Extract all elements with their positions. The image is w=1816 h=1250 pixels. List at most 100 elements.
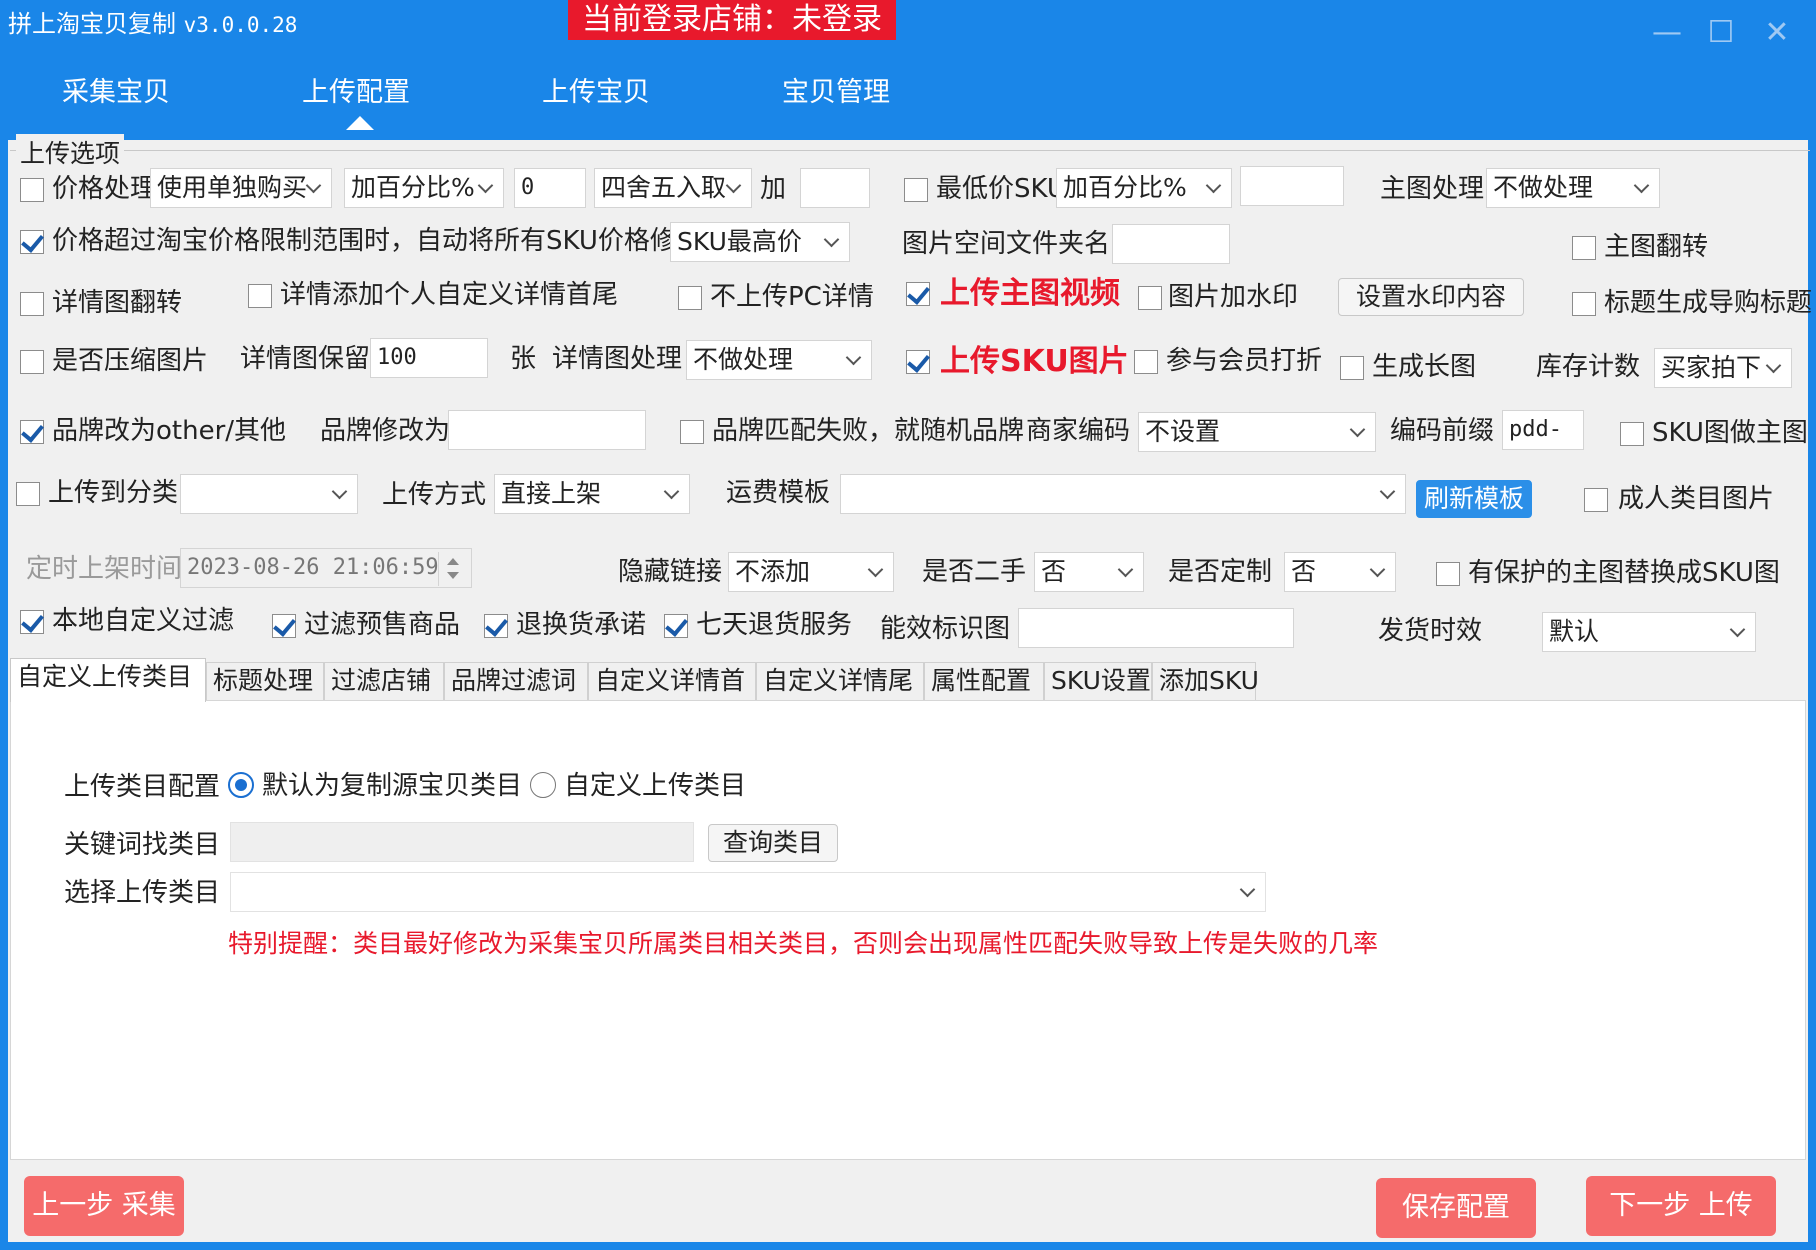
price-process-checkbox[interactable] [20, 178, 44, 202]
merchant-code-select[interactable]: 不设置 [1138, 412, 1376, 452]
stock-count-select[interactable]: 买家拍下 [1654, 348, 1792, 388]
hidden-link-select[interactable]: 不添加 [728, 552, 894, 592]
nav-tab-collect[interactable]: 采集宝贝 [62, 70, 170, 109]
price-method-select[interactable]: 加百分比% [344, 168, 504, 208]
tab-brand-filter-words[interactable]: 品牌过滤词 [444, 662, 588, 700]
rounding-select[interactable]: 四舍五入取 [594, 168, 752, 208]
min-price-value-input[interactable] [1240, 166, 1344, 206]
merchant-code-label: 商家编码 [1026, 416, 1131, 446]
tab-sku-settings[interactable]: SKU设置 [1044, 662, 1152, 700]
filter-presale-checkbox[interactable] [272, 614, 296, 638]
upload-to-category-checkbox[interactable] [16, 482, 40, 506]
save-config-button[interactable]: 保存配置 [1376, 1178, 1536, 1238]
local-filter-checkbox[interactable] [20, 610, 44, 634]
login-status-badge: 当前登录店铺：未登录 [568, 0, 896, 40]
upload-main-video-checkbox[interactable] [906, 282, 930, 306]
min-price-method-select[interactable]: 加百分比% [1056, 168, 1232, 208]
tab-custom-upload-category[interactable]: 自定义上传类目 [10, 658, 206, 702]
min-price-sku-checkbox[interactable] [904, 178, 928, 202]
nav-tab-upload[interactable]: 上传宝贝 [542, 70, 650, 109]
spin-down-icon[interactable] [447, 572, 459, 579]
detail-custom-head-tail-checkbox[interactable] [248, 284, 272, 308]
spin-up-icon[interactable] [447, 558, 459, 565]
close-icon[interactable]: ✕ [1760, 16, 1794, 50]
upload-sku-images-checkbox[interactable] [906, 350, 930, 374]
upload-sku-images-label: 上传SKU图片 [940, 344, 1129, 379]
detail-image-process-select[interactable]: 不做处理 [686, 340, 872, 380]
minimize-icon[interactable]: — [1650, 16, 1684, 50]
upload-to-category-select[interactable] [180, 474, 358, 514]
detail-keep-input[interactable]: 100 [370, 338, 488, 378]
radio-custom-category[interactable] [530, 772, 556, 798]
energy-label-input[interactable] [1018, 608, 1294, 648]
detail-image-process-label: 详情图处理 [552, 344, 683, 374]
delivery-time-select[interactable]: 默认 [1542, 612, 1756, 652]
add-value-input[interactable] [800, 168, 870, 208]
keyword-category-input[interactable] [230, 822, 694, 862]
select-category-dropdown[interactable] [230, 872, 1266, 912]
maximize-icon[interactable]: ☐ [1704, 16, 1738, 50]
radio-default-category-label: 默认为复制源宝贝类目 [262, 771, 523, 801]
upload-method-select[interactable]: 直接上架 [494, 474, 690, 514]
image-folder-input[interactable] [1112, 224, 1230, 264]
shipping-template-select[interactable] [840, 474, 1406, 514]
app-name: 拼上淘宝贝复制 [8, 10, 176, 38]
detail-keep-label: 详情图保留 [240, 344, 371, 374]
select-category-label: 选择上传类目 [64, 878, 221, 908]
image-watermark-checkbox[interactable] [1138, 286, 1162, 310]
code-prefix-label: 编码前缀 [1390, 416, 1495, 446]
brand-change-to-input[interactable] [448, 410, 646, 450]
second-hand-select[interactable]: 否 [1034, 552, 1144, 592]
tab-add-sku[interactable]: 添加SKU [1152, 662, 1259, 700]
main-image-process-select[interactable]: 不做处理 [1486, 168, 1660, 208]
brand-other-label: 品牌改为other/其他 [52, 416, 287, 446]
tab-custom-detail-tail[interactable]: 自定义详情尾 [756, 662, 924, 700]
refresh-template-button[interactable]: 刷新模板 [1416, 480, 1532, 518]
detail-image-flip-checkbox[interactable] [20, 292, 44, 316]
seven-day-return-checkbox[interactable] [664, 614, 688, 638]
time-spinner[interactable] [438, 552, 466, 586]
nav-tab-upload-config[interactable]: 上传配置 [302, 70, 410, 109]
customized-select[interactable]: 否 [1284, 552, 1396, 592]
stock-count-label: 库存计数 [1536, 352, 1641, 382]
no-pc-detail-label: 不上传PC详情 [710, 282, 874, 312]
long-image-checkbox[interactable] [1340, 356, 1364, 380]
filter-presale-label: 过滤预售商品 [304, 610, 461, 640]
compress-images-checkbox[interactable] [20, 350, 44, 374]
tab-title-process[interactable]: 标题处理 [206, 662, 324, 700]
set-watermark-button[interactable]: 设置水印内容 [1338, 278, 1524, 316]
query-category-button[interactable]: 查询类目 [708, 824, 838, 862]
upload-method-label: 上传方式 [382, 480, 487, 510]
title-shopping-guide-label: 标题生成导购标题 [1604, 288, 1813, 318]
nav-tab-manage[interactable]: 宝贝管理 [782, 70, 890, 109]
tab-attribute-config[interactable]: 属性配置 [924, 662, 1044, 700]
price-value-input[interactable]: 0 [514, 168, 586, 208]
app-version: v3.0.0.28 [183, 13, 298, 37]
prev-collect-button[interactable]: 上一步 采集 [24, 1176, 184, 1236]
code-prefix-input[interactable]: pdd- [1502, 410, 1584, 450]
price-over-limit-select[interactable]: SKU最高价 [670, 222, 850, 262]
tab-custom-detail-head[interactable]: 自定义详情首 [588, 662, 756, 700]
scheduled-time-input[interactable]: 2023-08-26 21:06:59 [180, 548, 472, 588]
upload-options-legend: 上传选项 [16, 134, 125, 170]
adult-category-image-checkbox[interactable] [1584, 488, 1608, 512]
return-promise-checkbox[interactable] [484, 614, 508, 638]
price-over-limit-checkbox[interactable] [20, 230, 44, 254]
long-image-label: 生成长图 [1372, 352, 1477, 382]
title-shopping-guide-checkbox[interactable] [1572, 292, 1596, 316]
no-pc-detail-checkbox[interactable] [678, 286, 702, 310]
next-upload-button[interactable]: 下一步 上传 [1586, 1176, 1776, 1236]
member-discount-checkbox[interactable] [1134, 350, 1158, 374]
buy-type-select[interactable]: 使用单独购买 [150, 168, 332, 208]
main-image-flip-checkbox[interactable] [1572, 236, 1596, 260]
protected-main-replace-checkbox[interactable] [1436, 562, 1460, 586]
price-over-limit-label: 价格超过淘宝价格限制范围时，自动将所有SKU价格修改为 [52, 226, 728, 256]
brand-random-label: 品牌匹配失败，就随机品牌 [712, 416, 1025, 446]
min-price-sku-label: 最低价SKU [936, 174, 1066, 204]
tab-filter-shops[interactable]: 过滤店铺 [324, 662, 444, 700]
category-config-label: 上传类目配置 [64, 772, 221, 802]
brand-other-checkbox[interactable] [20, 420, 44, 444]
brand-random-checkbox[interactable] [680, 420, 704, 444]
sku-as-main-checkbox[interactable] [1620, 422, 1644, 446]
radio-default-category[interactable] [228, 772, 254, 798]
